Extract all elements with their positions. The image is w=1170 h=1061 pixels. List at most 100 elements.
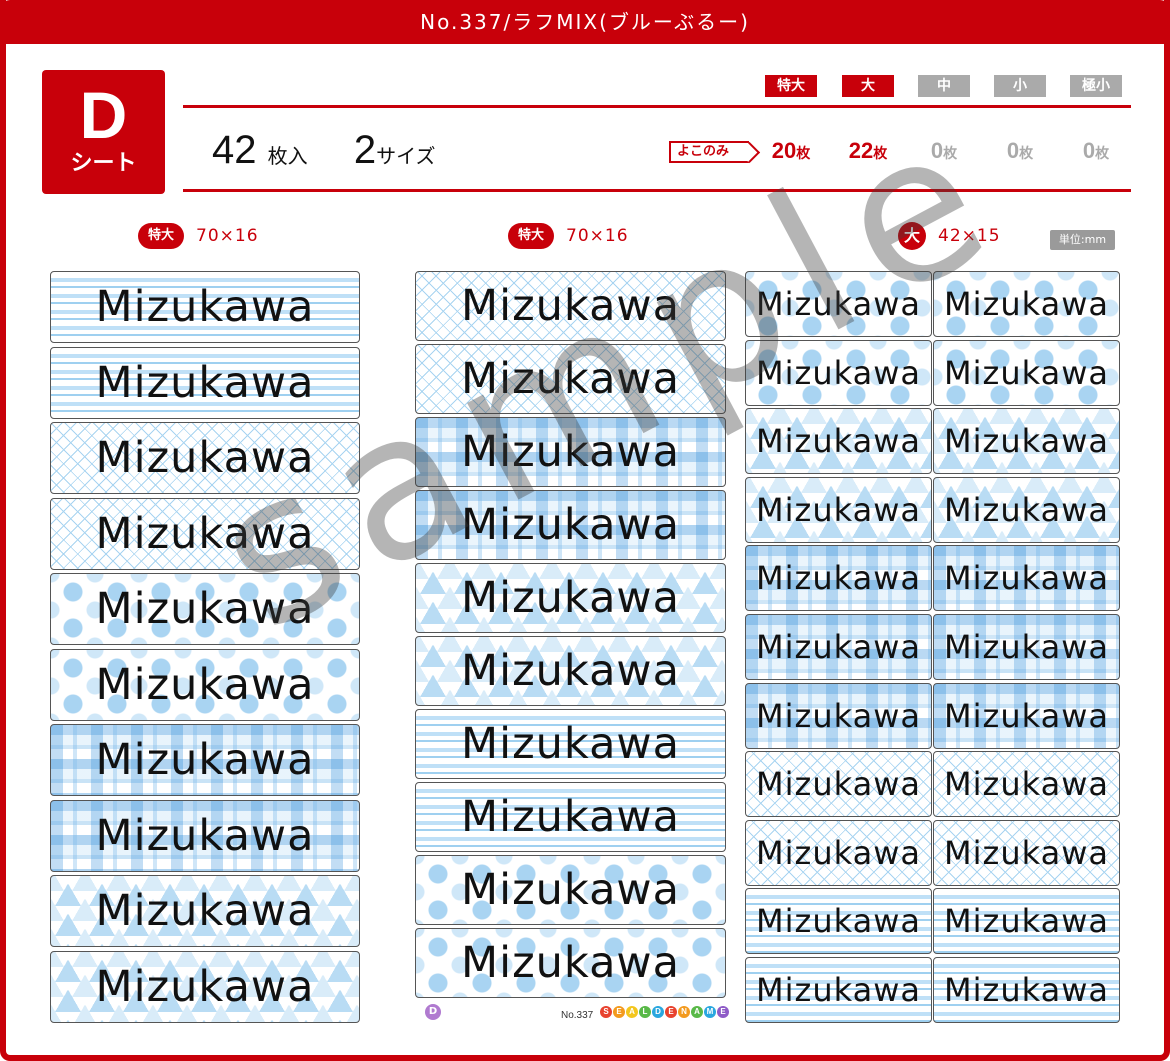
name-label: Mizukawa xyxy=(933,339,1120,406)
sizes-number: 2 xyxy=(353,128,377,172)
column-header-3: 大 42×15 xyxy=(898,222,1001,250)
name-label: Mizukawa xyxy=(933,751,1120,818)
name-label: Mizukawa xyxy=(745,682,932,749)
name-label: Mizukawa xyxy=(415,344,726,414)
size-count-number: 20 xyxy=(771,138,797,163)
name-label: Mizukawa xyxy=(933,476,1120,543)
top-rule xyxy=(183,105,1131,108)
size-count-number: 0 xyxy=(1082,138,1096,163)
size-badge: 特大 xyxy=(508,223,555,249)
label-name-text: Mizukawa xyxy=(95,508,315,559)
label-name-text: Mizukawa xyxy=(461,719,680,769)
label-name-text: Mizukawa xyxy=(944,833,1109,872)
size-tab-5: 極小 xyxy=(1070,75,1122,97)
size-tab-1: 特大 xyxy=(765,75,817,97)
size-count-unit: 枚 xyxy=(1019,146,1034,162)
label-name-text: Mizukawa xyxy=(944,422,1109,461)
name-label: Mizukawa xyxy=(415,782,726,852)
label-name-text: Mizukawa xyxy=(756,833,921,872)
size-count-2: 22枚 xyxy=(828,138,908,164)
brand-letter: E xyxy=(665,1006,677,1018)
column-header-1: 特大 70×16 xyxy=(138,223,259,249)
size-count-number: 0 xyxy=(930,138,944,163)
name-label: Mizukawa xyxy=(745,408,932,475)
name-label: Mizukawa xyxy=(745,751,932,818)
bottom-rule xyxy=(183,189,1131,192)
label-name-text: Mizukawa xyxy=(756,628,921,666)
size-count-number: 0 xyxy=(1006,138,1020,163)
label-name-text: Mizukawa xyxy=(95,433,315,483)
label-name-text: Mizukawa xyxy=(95,810,315,861)
label-name-text: Mizukawa xyxy=(461,865,680,915)
unit-badge: 単位:mm xyxy=(1050,230,1115,250)
label-name-text: Mizukawa xyxy=(461,938,680,988)
sheet-label: シート xyxy=(70,151,137,176)
name-label: Mizukawa xyxy=(50,799,360,872)
size-badge: 特大 xyxy=(138,223,185,249)
brand-letter: D xyxy=(652,1006,664,1018)
product-title: No.337/ラフMIX(ブルーぶるー) xyxy=(420,10,750,34)
size-dimension: 70×16 xyxy=(566,226,629,246)
name-label: Mizukawa xyxy=(745,476,932,543)
size-badge: 大 xyxy=(898,222,926,250)
label-name-text: Mizukawa xyxy=(95,961,315,1012)
label-name-text: Mizukawa xyxy=(756,902,921,941)
size-tab-2: 大 xyxy=(842,75,894,97)
size-tab-3: 中 xyxy=(918,75,970,97)
brand-letter: N xyxy=(678,1006,690,1018)
name-label: Mizukawa xyxy=(50,875,360,947)
name-label: Mizukawa xyxy=(933,957,1120,1023)
label-name-text: Mizukawa xyxy=(756,971,921,1009)
label-name-text: Mizukawa xyxy=(461,500,680,550)
name-label: Mizukawa xyxy=(745,545,932,612)
name-label: Mizukawa xyxy=(745,888,932,955)
size-count-3: 0枚 xyxy=(904,138,984,164)
size-count-5: 0枚 xyxy=(1056,138,1136,164)
name-label: Mizukawa xyxy=(745,271,932,337)
size-count-unit: 枚 xyxy=(1095,146,1110,162)
size-count-4: 0枚 xyxy=(980,138,1060,164)
size-count-unit: 枚 xyxy=(943,146,958,162)
name-label: Mizukawa xyxy=(933,545,1120,612)
name-label: Mizukawa xyxy=(933,408,1120,475)
label-name-text: Mizukawa xyxy=(756,285,921,323)
count-unit: 枚入 xyxy=(267,144,308,168)
name-label: Mizukawa xyxy=(745,957,932,1023)
sheet-letter: D xyxy=(79,78,128,152)
brand-letter: L xyxy=(639,1006,651,1018)
size-dimension: 42×15 xyxy=(938,226,1001,246)
label-name-text: Mizukawa xyxy=(756,353,921,392)
brand-letter: S xyxy=(600,1006,612,1018)
size-count-unit: 枚 xyxy=(796,146,811,162)
name-label: Mizukawa xyxy=(933,614,1120,680)
label-name-text: Mizukawa xyxy=(756,490,921,529)
sheet-type-badge: D シート xyxy=(42,70,165,194)
label-name-text: Mizukawa xyxy=(944,285,1109,323)
name-label: Mizukawa xyxy=(933,682,1120,749)
label-name-text: Mizukawa xyxy=(461,354,680,404)
label-name-text: Mizukawa xyxy=(944,353,1109,392)
name-label: Mizukawa xyxy=(415,928,726,998)
name-label: Mizukawa xyxy=(415,417,726,487)
label-name-text: Mizukawa xyxy=(95,735,315,785)
brand-letter: E xyxy=(717,1006,729,1018)
size-count-unit: 枚 xyxy=(873,146,888,162)
name-label: Mizukawa xyxy=(50,271,360,343)
label-name-text: Mizukawa xyxy=(944,902,1109,941)
label-name-text: Mizukawa xyxy=(95,584,315,634)
label-name-text: Mizukawa xyxy=(756,422,921,461)
label-name-text: Mizukawa xyxy=(461,427,680,477)
name-label: Mizukawa xyxy=(745,339,932,406)
footer-sheet-letter: D xyxy=(425,1004,441,1020)
name-label: Mizukawa xyxy=(50,573,360,645)
label-name-text: Mizukawa xyxy=(756,696,921,735)
label-name-text: Mizukawa xyxy=(461,646,680,696)
brand-letter: E xyxy=(613,1006,625,1018)
name-label: Mizukawa xyxy=(415,636,726,706)
name-label: Mizukawa xyxy=(50,422,360,494)
name-label: Mizukawa xyxy=(415,563,726,633)
size-count-number: 22 xyxy=(848,138,874,163)
name-label: Mizukawa xyxy=(933,888,1120,955)
label-name-text: Mizukawa xyxy=(95,357,315,408)
brand-letter: A xyxy=(626,1006,638,1018)
